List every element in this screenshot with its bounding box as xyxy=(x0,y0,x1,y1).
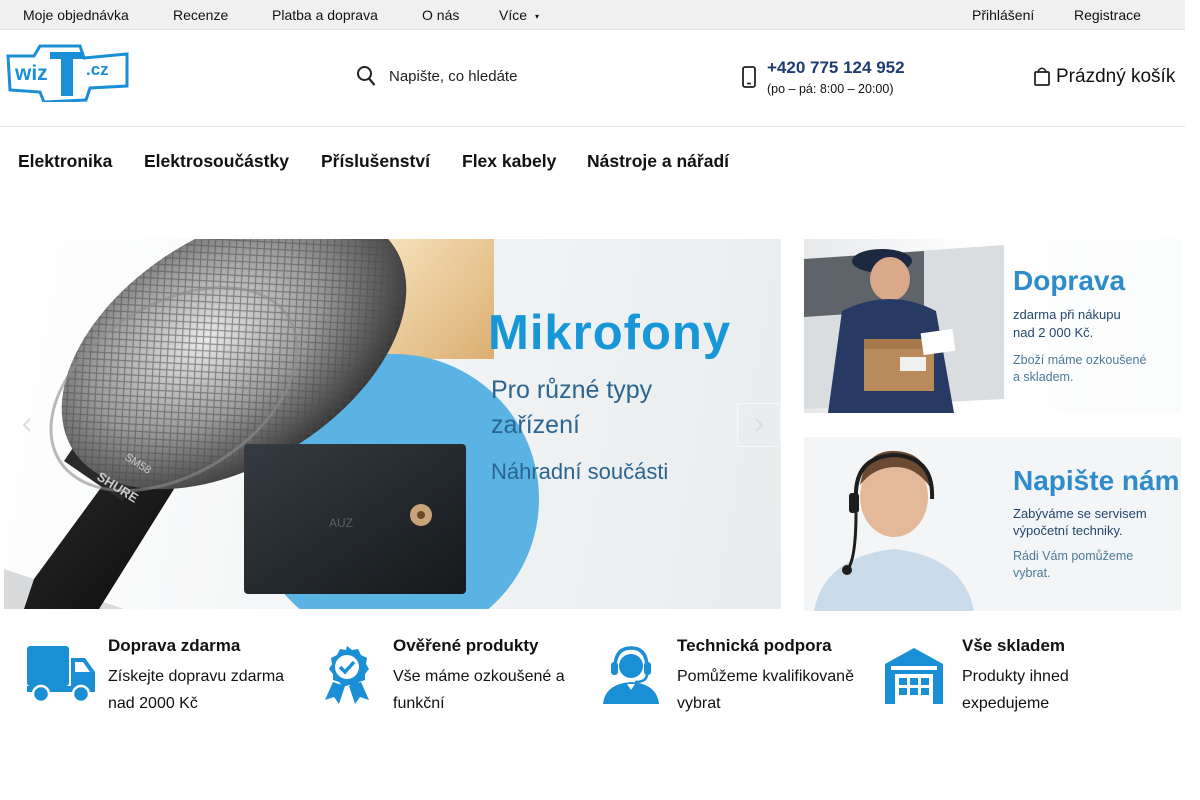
cart-icon xyxy=(1034,67,1050,86)
chevron-right-icon xyxy=(755,418,764,432)
banner-contact-line1: Zabýváme se servisem xyxy=(1013,506,1147,521)
banner-shipping-note1: Zboží máme ozkoušené xyxy=(1013,353,1147,367)
chevron-left-icon xyxy=(22,418,31,432)
feature-tech-support-title: Technická podpora xyxy=(677,636,832,655)
truck-icon xyxy=(27,646,95,704)
category-tools[interactable]: Nástroje a nářadí xyxy=(587,151,729,172)
feature-in-stock-title: Vše skladem xyxy=(962,636,1066,655)
chip-marking: AUZ xyxy=(329,516,353,530)
category-flex-cables[interactable]: Flex kabely xyxy=(462,151,556,172)
hero-subtitle-line3: Náhradní součásti xyxy=(491,459,669,484)
hero-title: Mikrofony xyxy=(488,306,732,360)
contact-phone[interactable]: +420 775 124 952 (po – pá: 8:00 – 20:00) xyxy=(742,56,942,101)
feature-free-shipping: Doprava zdarma Získejte dopravu zdarma n… xyxy=(27,636,302,726)
category-electronics[interactable]: Elektronika xyxy=(18,151,112,172)
feature-in-stock: Vše skladem Produkty ihned expedujeme xyxy=(885,636,1180,726)
banner-shipping[interactable]: Doprava zdarma při nákupu nad 2 000 Kč. … xyxy=(804,239,1181,413)
site-logo[interactable]: wiz .cz xyxy=(6,44,129,104)
feature-verified-products: Ověřené produkty Vše máme ozkoušené a fu… xyxy=(325,636,585,726)
logo-graphic: wiz .cz xyxy=(6,44,129,104)
banner-shipping-line1: zdarma při nákupu xyxy=(1013,307,1121,322)
feature-verified-products-title: Ověřené produkty xyxy=(393,636,539,655)
feature-free-shipping-title: Doprava zdarma xyxy=(108,636,241,655)
banner-contact-note1: Rádi Vám pomůžeme xyxy=(1013,549,1134,563)
hero-subtitle-line1: Pro různé typy xyxy=(491,376,653,404)
topbar-link-about[interactable]: O nás xyxy=(422,7,459,23)
banner-shipping-note2: a skladem. xyxy=(1013,370,1074,384)
award-badge-icon xyxy=(325,646,369,704)
banner-contact-title: Napište nám xyxy=(1013,465,1180,496)
cart-label: Prázdný košík xyxy=(1056,66,1176,87)
phone-icon xyxy=(742,66,756,88)
slider-next-button[interactable] xyxy=(737,403,781,447)
feature-tech-support-desc: Pomůžeme kvalifikovaně vybrat xyxy=(677,668,854,712)
topbar-more-label: Více xyxy=(499,7,528,23)
category-components[interactable]: Elektrosoučástky xyxy=(144,151,289,172)
feature-free-shipping-desc: Získejte dopravu zdarma nad 2000 Kč xyxy=(108,668,285,712)
warehouse-icon xyxy=(885,648,943,704)
login-link[interactable]: Přihlášení xyxy=(972,7,1034,23)
banner-contact-note2: vybrat. xyxy=(1013,566,1051,580)
search-input[interactable]: Napište, co hledáte xyxy=(389,68,517,85)
feature-in-stock-desc: Produkty ihned expedujeme xyxy=(962,668,1069,712)
phone-number[interactable]: +420 775 124 952 xyxy=(767,58,905,78)
svg-text:wiz: wiz xyxy=(14,62,48,85)
cart-button[interactable]: Prázdný košík xyxy=(1033,64,1185,92)
feature-verified-products-desc: Vše máme ozkoušené a funkční xyxy=(393,668,565,712)
site-header: wiz .cz Napište, co hledáte +420 775 124… xyxy=(0,30,1185,127)
hero-slider[interactable]: AUZ SHURE SM58 Mikrofony Pro různé typy … xyxy=(4,239,781,609)
banner-shipping-line2: nad 2 000 Kč. xyxy=(1013,325,1094,340)
support-agent-icon xyxy=(603,646,659,704)
topbar-more-menu[interactable]: Více ▾ xyxy=(499,7,539,23)
topbar-link-payment-shipping[interactable]: Platba a doprava xyxy=(272,7,378,23)
feature-tech-support: Technická podpora Pomůžeme kvalifikovaně… xyxy=(603,636,868,726)
chevron-down-icon: ▾ xyxy=(535,12,540,21)
banner-contact[interactable]: Napište nám Zabýváme se servisem výpočet… xyxy=(804,437,1181,611)
category-accessories[interactable]: Příslušenství xyxy=(321,151,430,172)
search-box[interactable]: Napište, co hledáte xyxy=(356,62,696,92)
top-bar: Moje objednávka Recenze Platba a doprava… xyxy=(0,0,1185,30)
phone-hours: (po – pá: 8:00 – 20:00) xyxy=(767,82,894,96)
slider-prev-button[interactable] xyxy=(5,403,49,447)
svg-text:.cz: .cz xyxy=(86,60,109,79)
search-icon xyxy=(357,66,376,86)
hero-microphone-image: AUZ SHURE SM58 xyxy=(4,239,539,609)
register-link[interactable]: Registrace xyxy=(1074,7,1141,23)
banner-shipping-title: Doprava xyxy=(1013,265,1126,296)
hero-subtitle-line2: zařízení xyxy=(491,411,580,439)
banner-contact-line2: výpočetní techniky. xyxy=(1013,523,1123,538)
topbar-link-reviews[interactable]: Recenze xyxy=(173,7,228,23)
topbar-link-my-order[interactable]: Moje objednávka xyxy=(23,7,129,23)
